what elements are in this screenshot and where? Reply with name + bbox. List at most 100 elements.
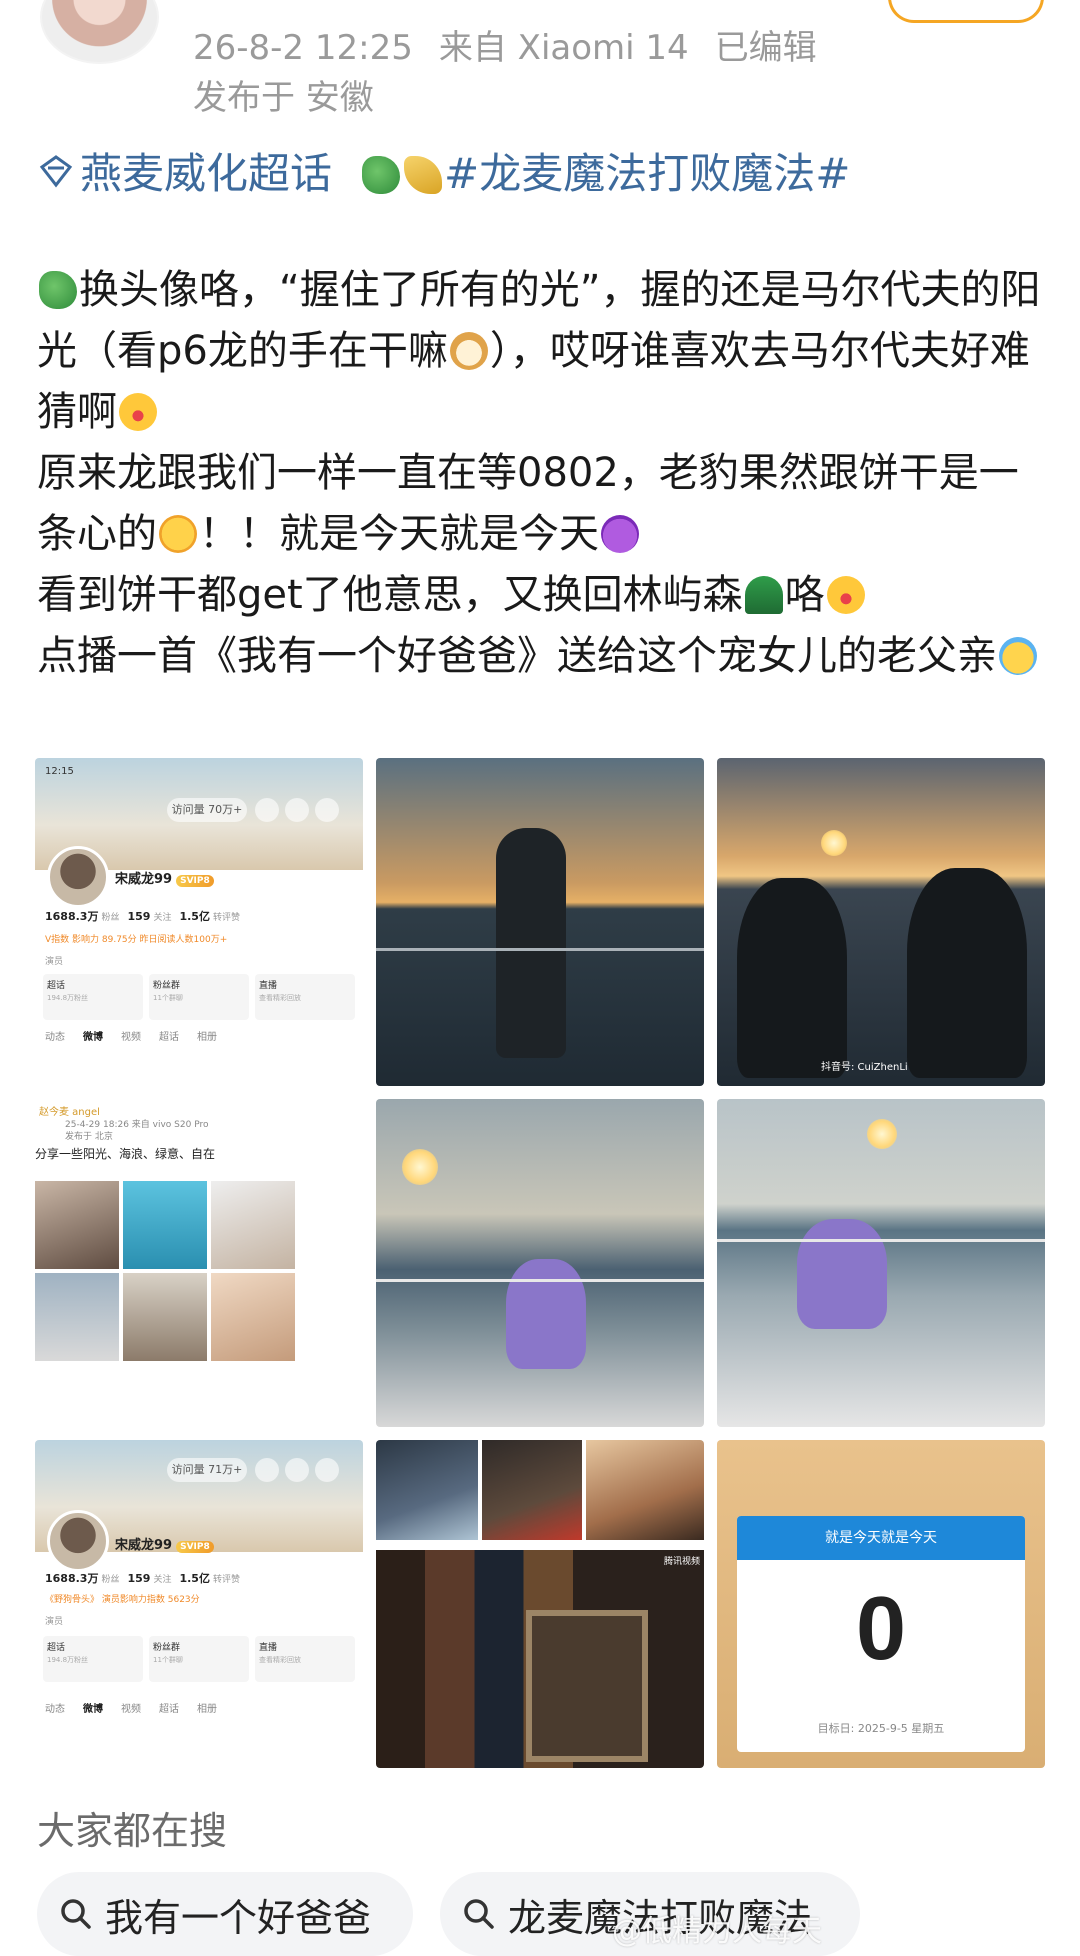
post-body: 换头像咯，“握住了所有的光”，握的还是马尔代夫的阳光（看p6龙的手在干嘛 ），哎呀… (37, 260, 1047, 687)
profile-stats: 1688.3万 粉丝 159 关注 1.5亿 转评赞 (45, 908, 248, 924)
profile-tags: V指数 影响力 89.75分 昨日阅读人数100万+ (45, 932, 227, 945)
profile-tabs: 动态 微博 视频 超话 相册 (45, 1028, 235, 1043)
card-sub: 11个群聊 (153, 1656, 183, 1664)
profile-avatar (47, 1510, 109, 1572)
post-text: ！！就是今天就是今天 (199, 511, 599, 557)
post-edited: 已编辑 (714, 28, 817, 68)
boat-rail (376, 948, 704, 951)
photo-frame (526, 1610, 648, 1762)
profile-avatar (47, 846, 109, 908)
sun-shape (821, 830, 847, 856)
drama-still (376, 1440, 478, 1540)
image-countdown-card[interactable]: 就是今天就是今天 0 目标日: 2025-9-5 星期五 (717, 1440, 1045, 1768)
search-icon (285, 1458, 309, 1482)
wheat-emoji-icon (404, 156, 443, 194)
thumb-photo (123, 1181, 207, 1269)
profile-tab: 微博 (83, 1032, 103, 1043)
likes-count: 1.5亿 (179, 1572, 210, 1585)
image-weibo-post-screenshot[interactable]: 赵今麦 angel 25-4-29 18:26 来自 vivo S20 Pro … (35, 1099, 363, 1427)
post-text: 看到饼干都get了他意思，又换回林屿森 (37, 572, 743, 618)
dragon-emoji-icon (39, 271, 77, 309)
post-text: 咯 (784, 572, 825, 618)
thumb-photo (123, 1273, 207, 1361)
card-title: 粉丝群 (153, 981, 181, 991)
profile-name: 宋威龙99 SVIP8 (115, 868, 214, 887)
fans-count: 1688.3万 (45, 910, 99, 923)
follow-label: 关注 (153, 913, 172, 923)
topic-row: 燕麦威化超话 #龙麦魔法打败魔法# (38, 140, 850, 201)
super-topic-link[interactable]: 燕麦威化超话 (80, 140, 332, 201)
countdown-title: 就是今天就是今天 (737, 1516, 1025, 1560)
profile-tab: 相册 (197, 1032, 217, 1043)
thumb-photo (211, 1273, 295, 1361)
profile-card: 超话 194.8万粉丝 (43, 1636, 143, 1682)
more-icon (315, 1458, 339, 1482)
sun-shape (402, 1149, 438, 1185)
share-icon (255, 798, 279, 822)
boat-rail (376, 1279, 704, 1282)
image-drama-collage[interactable]: 腾讯视频 (376, 1440, 704, 1768)
follow-button[interactable] (888, 0, 1044, 23)
drama-still (482, 1440, 582, 1540)
follow-count: 159 (127, 910, 151, 923)
hand-silhouette (496, 828, 566, 1058)
profile-tab: 动态 (45, 1032, 65, 1043)
post-datetime: 26-8-2 12:25 (193, 28, 413, 68)
profile-card: 粉丝群 11个群聊 (149, 974, 249, 1020)
svip-badge: SVIP8 (176, 875, 214, 887)
fans-count: 1688.3万 (45, 1572, 99, 1585)
author-avatar[interactable] (40, 0, 159, 64)
image-hand-sunset[interactable] (376, 758, 704, 1086)
profile-tab: 动态 (45, 1704, 65, 1715)
image-boat-silhouettes[interactable]: 抖音号: CuiZhenLi (717, 758, 1045, 1086)
post-loc: 发布于 北京 (65, 1132, 113, 1142)
thumb-photo (211, 1181, 295, 1269)
profile-tab: 相册 (197, 1704, 217, 1715)
thumb-photo (35, 1181, 119, 1269)
search-icon (61, 1899, 91, 1929)
profile-card: 粉丝群 11个群聊 (149, 1636, 249, 1682)
svip-badge: SVIP8 (176, 1541, 214, 1553)
profile-tab: 视频 (121, 1704, 141, 1715)
post-text: 分享一些阳光、海浪、绿意、自在 (35, 1147, 216, 1161)
countdown-value: 0 (855, 1579, 907, 1679)
profile-tag: 演员影响力指数 5623分 (101, 1595, 200, 1605)
profile-tab: 超话 (159, 1032, 179, 1043)
profile-name-text: 宋威龙99 (115, 1538, 173, 1553)
video-watermark: 抖音号: CuiZhenLi (821, 1062, 908, 1073)
hashtag-link[interactable]: #龙麦魔法打败魔法# (360, 140, 850, 201)
profile-cards: 超话 194.8万粉丝 粉丝群 11个群聊 直播 查看精彩回放 (43, 1636, 355, 1682)
girl-figure (797, 1219, 887, 1329)
image-girl-on-boat-1[interactable] (376, 1099, 704, 1427)
search-chip[interactable]: 我有一个好爸爸 (37, 1872, 413, 1956)
post-paragraph-4: 点播一首《我有一个好爸爸》送给这个宠女儿的老父亲 (37, 626, 1047, 687)
grin-emoji-icon (119, 393, 157, 431)
more-icon (315, 798, 339, 822)
post-meta: 26-8-2 12:25 来自 Xiaomi 14 已编辑 (193, 20, 843, 69)
image-profile-screenshot-2[interactable]: 访问量 71万+ 宋威龙99 SVIP8 1688.3万 粉丝 159 关注 1.5亿 转评… (35, 1440, 363, 1768)
profile-name-text: 宋威龙99 (115, 872, 173, 887)
card-title: 超话 (47, 1643, 66, 1653)
follow-label: 关注 (153, 1575, 172, 1585)
person-silhouette (907, 868, 1027, 1078)
tears-of-joy-emoji-icon (999, 637, 1037, 675)
post-paragraph-2: 原来龙跟我们一样一直在等0802，老豹果然跟饼干是一条心的 ！！就是今天就是今天 (37, 443, 1047, 565)
image-girl-on-boat-2[interactable] (717, 1099, 1045, 1427)
post-user: 赵今麦 angel (39, 1107, 100, 1118)
card-sub: 查看精彩回放 (259, 994, 301, 1002)
visits-pill: 访问量 70万+ (167, 798, 247, 822)
profile-tabs: 动态 微博 视频 超话 相册 (45, 1700, 235, 1715)
profile-tab: 视频 (121, 1032, 141, 1043)
sun-shape (867, 1119, 897, 1149)
image-profile-screenshot-1[interactable]: 12:15 访问量 70万+ 宋威龙99 SVIP8 1688.3万 粉丝 159 关注… (35, 758, 363, 1086)
trending-search-title: 大家都在搜 (37, 1809, 228, 1853)
video-watermark: 腾讯视频 (663, 1557, 700, 1567)
search-chip-label: 我有一个好爸爸 (105, 1895, 372, 1940)
profile-card: 直播 查看精彩回放 (255, 1636, 355, 1682)
hashtag-text: #龙麦魔法打败魔法# (444, 149, 851, 198)
profile-tab: 超话 (159, 1704, 179, 1715)
follow-count: 159 (127, 1572, 151, 1585)
profile-stats: 1688.3万 粉丝 159 关注 1.5亿 转评赞 (45, 1570, 248, 1586)
girl-figure (506, 1259, 586, 1369)
likes-label: 转评赞 (212, 1575, 240, 1585)
